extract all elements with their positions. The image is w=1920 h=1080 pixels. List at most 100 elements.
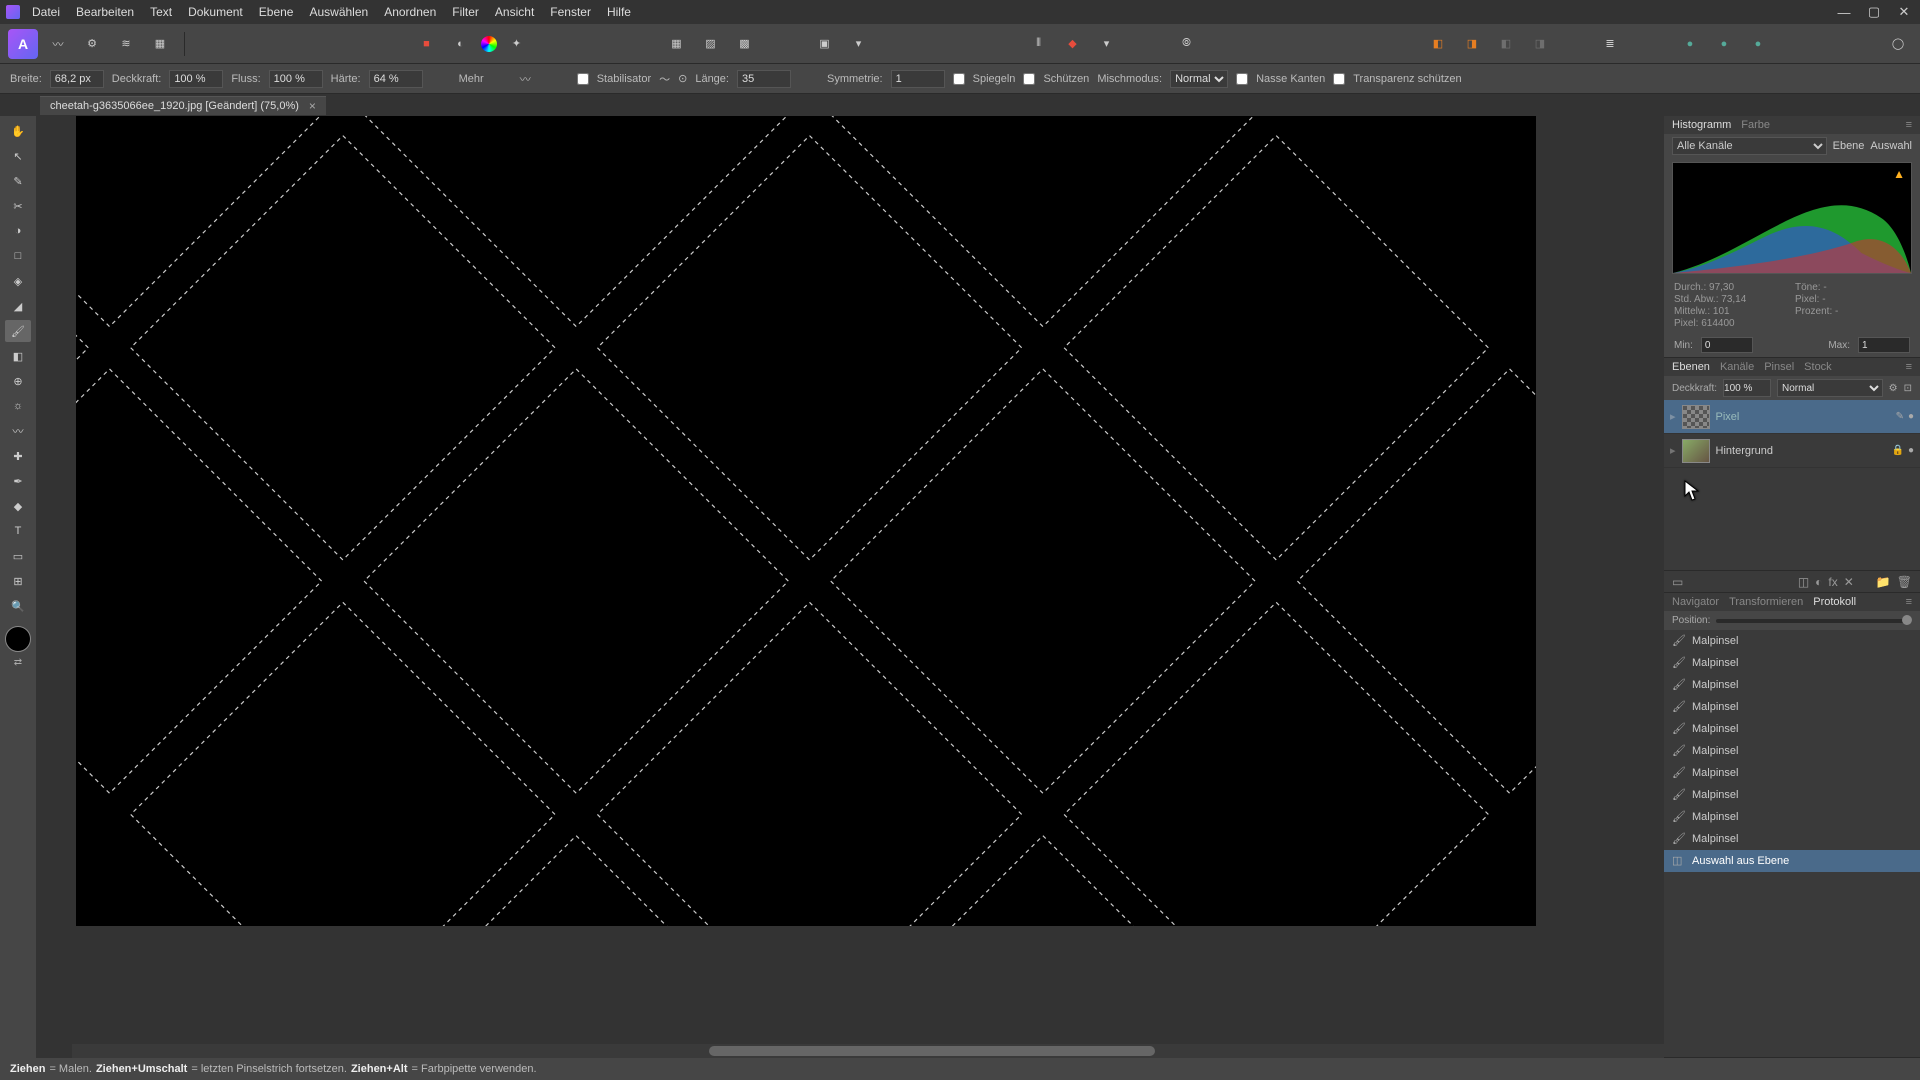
selection-int-icon[interactable]: ▩	[731, 30, 759, 58]
layer-fx2-icon[interactable]: fx	[1828, 575, 1837, 589]
dodge-tool-icon[interactable]: ☼	[5, 395, 31, 417]
color-picker-tool-icon[interactable]: ✎	[5, 170, 31, 192]
maximize-icon[interactable]: ▢	[1864, 4, 1884, 20]
view-tool-icon[interactable]: ⊞	[5, 570, 31, 592]
ghost2-icon[interactable]: ◨	[1526, 30, 1554, 58]
dropdown-icon[interactable]: ▾	[845, 30, 873, 58]
tab-navigator[interactable]: Navigator	[1672, 596, 1719, 608]
history-item[interactable]: 🖌Malpinsel	[1664, 696, 1920, 718]
history-item[interactable]: 🖌Malpinsel	[1664, 630, 1920, 652]
persona-export-icon[interactable]: ▦	[146, 30, 174, 58]
layer-edit-icon[interactable]: ✎	[1896, 411, 1904, 422]
history-item[interactable]: 🖌Malpinsel	[1664, 718, 1920, 740]
canvas[interactable]	[76, 116, 1536, 926]
history-item[interactable]: 🖌Malpinsel	[1664, 674, 1920, 696]
layer-fx-icon[interactable]: ⚙	[1889, 383, 1898, 394]
persona-liquify-icon[interactable]: 〰	[44, 30, 72, 58]
mischmodus-select[interactable]: Normal	[1170, 70, 1228, 88]
menu-text[interactable]: Text	[150, 5, 172, 19]
swatch-red-icon[interactable]: ■	[413, 30, 441, 58]
layer-folder-icon[interactable]: 📁	[1876, 575, 1891, 589]
marquee-tool-icon[interactable]: □	[5, 245, 31, 267]
menu-dokument[interactable]: Dokument	[188, 5, 243, 19]
color-well[interactable]	[5, 626, 31, 652]
history-item[interactable]: 🖌Malpinsel	[1664, 762, 1920, 784]
layer-opacity-input[interactable]	[1723, 379, 1771, 397]
selection-sub-icon[interactable]: ▨	[697, 30, 725, 58]
clip2-icon[interactable]: ◨	[1458, 30, 1486, 58]
history-item[interactable]: 🖌Malpinsel	[1664, 652, 1920, 674]
menu-bearbeiten[interactable]: Bearbeiten	[76, 5, 134, 19]
tab-kanaele[interactable]: Kanäle	[1720, 361, 1754, 373]
pen-tool-icon[interactable]: ✒	[5, 470, 31, 492]
app-icon[interactable]: A	[8, 29, 38, 59]
cloud1-icon[interactable]: ●	[1676, 30, 1704, 58]
laenge-input[interactable]	[737, 70, 791, 88]
node-tool-icon[interactable]: ◆	[5, 495, 31, 517]
stab-mode1-icon[interactable]: 〜	[659, 71, 670, 87]
dropdown2-icon[interactable]: ▾	[1093, 30, 1121, 58]
breite-input[interactable]	[50, 70, 104, 88]
layer-delete-icon[interactable]: 🗑	[1897, 575, 1912, 589]
persona-develop-icon[interactable]: ⚙	[78, 30, 106, 58]
minimize-icon[interactable]: —	[1834, 4, 1854, 20]
max-input[interactable]	[1858, 337, 1910, 353]
warning-icon[interactable]: ▲	[1893, 167, 1905, 181]
tab-stock[interactable]: Stock	[1804, 361, 1832, 373]
menu-filter[interactable]: Filter	[452, 5, 479, 19]
color-wheel-icon[interactable]	[481, 36, 497, 52]
layer-vis2-icon[interactable]: ●	[1908, 411, 1914, 422]
fluss-input[interactable]	[269, 70, 323, 88]
menu-datei[interactable]: Datei	[32, 5, 60, 19]
tab-pinsel[interactable]: Pinsel	[1764, 361, 1794, 373]
persona-tone-icon[interactable]: ≋	[112, 30, 140, 58]
stab-mode2-icon[interactable]: ⊙	[678, 72, 687, 85]
text-tool-icon[interactable]: T	[5, 520, 31, 542]
ghost1-icon[interactable]: ◧	[1492, 30, 1520, 58]
paint-brush-tool-icon[interactable]: 🖌	[5, 320, 31, 342]
history-item[interactable]: ◫Auswahl aus Ebene	[1664, 850, 1920, 872]
history-item[interactable]: 🖌Malpinsel	[1664, 806, 1920, 828]
history-slider[interactable]	[1716, 619, 1912, 623]
layer-name-pixel[interactable]: Pixel	[1716, 411, 1740, 423]
document-tab[interactable]: cheetah-g3635066ee_1920.jpg [Geändert] (…	[40, 96, 326, 115]
layer-lock-icon[interactable]: ⊡	[1904, 383, 1912, 394]
protocol-menu-icon[interactable]: ≡	[1906, 596, 1912, 608]
heal-tool-icon[interactable]: ✚	[5, 445, 31, 467]
layer-blend-select[interactable]: Normal	[1777, 379, 1883, 397]
menu-auswaehlen[interactable]: Auswählen	[309, 5, 368, 19]
close-tab-icon[interactable]: ×	[309, 99, 316, 113]
crop-tool-icon[interactable]: ✂	[5, 195, 31, 217]
hist-auswahl-button[interactable]: Auswahl	[1870, 140, 1912, 152]
layer-vis-icon-2[interactable]: ▸	[1670, 444, 1676, 457]
layer-adjust-icon[interactable]: ◐	[1815, 575, 1822, 589]
spiegeln-check[interactable]	[953, 73, 965, 85]
menu-ebene[interactable]: Ebene	[259, 5, 294, 19]
tab-protokoll[interactable]: Protokoll	[1813, 596, 1856, 608]
tab-farbe[interactable]: Farbe	[1741, 119, 1770, 131]
arrange-icon[interactable]: ≣	[1596, 30, 1624, 58]
menu-anordnen[interactable]: Anordnen	[384, 5, 436, 19]
auto-icon[interactable]: ✦	[503, 30, 531, 58]
transparenz-check[interactable]	[1333, 73, 1345, 85]
min-input[interactable]	[1701, 337, 1753, 353]
shape-tool-icon[interactable]: ▭	[5, 545, 31, 567]
move-tool-icon[interactable]: ↖	[5, 145, 31, 167]
selection-add-icon[interactable]: ▦	[663, 30, 691, 58]
tab-transformieren[interactable]: Transformieren	[1729, 596, 1803, 608]
panel-menu-icon[interactable]: ≡	[1906, 119, 1912, 131]
layer-mask-icon[interactable]: ◫	[1798, 575, 1809, 589]
erase-tool-icon[interactable]: ◧	[5, 345, 31, 367]
cloud2-icon[interactable]: ●	[1710, 30, 1738, 58]
layer-vis-icon[interactable]: ▸	[1670, 410, 1676, 423]
layer-pixel[interactable]: ▸ Pixel ✎ ●	[1664, 400, 1920, 434]
layer-preview-icon[interactable]: ▭	[1672, 575, 1683, 589]
layer-group-icon[interactable]: ✕	[1844, 575, 1854, 589]
menu-fenster[interactable]: Fenster	[550, 5, 591, 19]
zoom-tool-icon[interactable]: 🔍	[5, 595, 31, 617]
deckkraft-input[interactable]	[169, 70, 223, 88]
history-item[interactable]: 🖌Malpinsel	[1664, 784, 1920, 806]
contrast-icon[interactable]: ◐	[447, 30, 475, 58]
haerte-input[interactable]	[369, 70, 423, 88]
scrollbar-horizontal[interactable]	[72, 1044, 1664, 1058]
